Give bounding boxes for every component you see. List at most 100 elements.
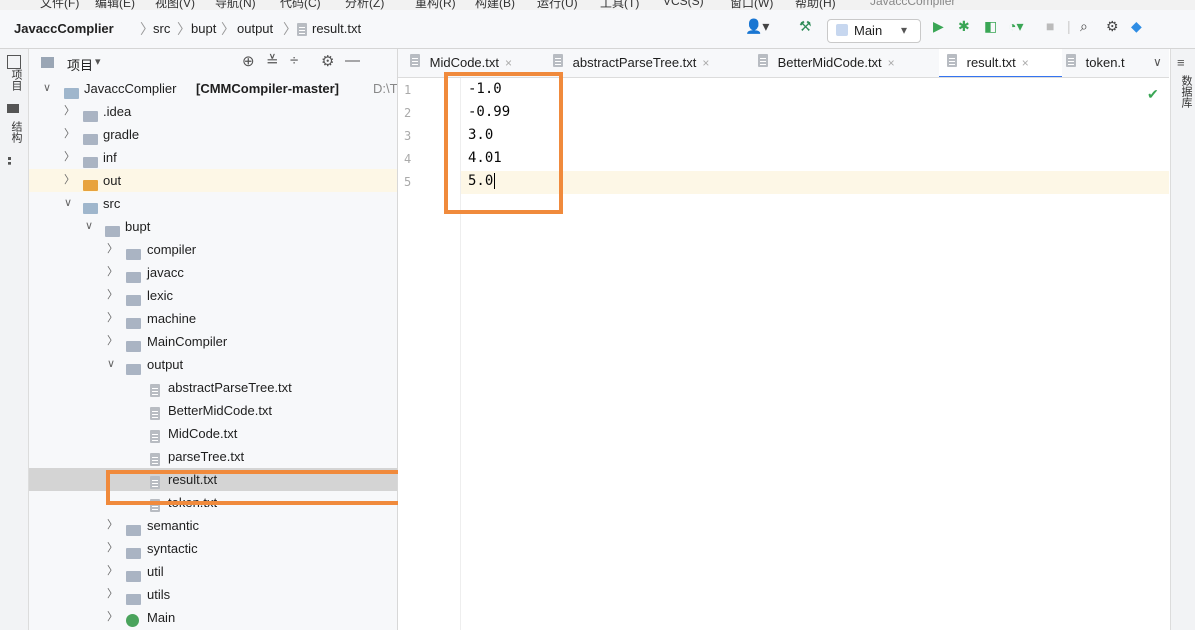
build-hammer-icon[interactable]: ⚒ xyxy=(799,18,812,35)
menu-navigate[interactable]: 导航(N) xyxy=(215,0,256,10)
editor[interactable]: 1 2 3 4 5 -1.0 -0.99 3.0 4.01 5.0 ✔ xyxy=(398,78,1169,630)
chevron-down-icon[interactable]: ∨ xyxy=(85,215,93,238)
chevron-right-icon[interactable]: 〉 xyxy=(64,100,75,123)
chevron-right-icon[interactable]: 〉 xyxy=(64,146,75,169)
menu-help[interactable]: 帮助(H) xyxy=(795,0,836,10)
tree-item-output[interactable]: ∨ output xyxy=(29,353,397,376)
menu-view[interactable]: 视图(V) xyxy=(155,0,195,10)
menu-vcs[interactable]: VCS(S) xyxy=(663,0,704,8)
tree-item-parsetree[interactable]: parseTree.txt xyxy=(29,445,397,468)
tab-abstractparsetree[interactable]: abstractParseTree.txt × xyxy=(553,49,738,77)
tree-item-out[interactable]: 〉 out xyxy=(29,169,397,192)
tree-item-midcode[interactable]: MidCode.txt xyxy=(29,422,397,445)
breadcrumb-bupt[interactable]: bupt xyxy=(191,21,216,36)
code-line[interactable]: 4.01 xyxy=(468,150,502,166)
tab-result[interactable]: result.txt × xyxy=(939,49,1062,77)
code-line-active[interactable]: 5.0 xyxy=(468,173,496,189)
project-view-title[interactable]: 项目 xyxy=(67,55,93,74)
collapse-all-icon[interactable]: ÷ xyxy=(290,52,298,69)
tree-item-src[interactable]: ∨ src xyxy=(29,192,397,215)
tree-root[interactable]: ∨ JavaccComplier [CMMCompiler-master] D:… xyxy=(29,77,397,100)
tree-item-syntactic[interactable]: 〉 syntactic xyxy=(29,537,397,560)
chevron-right-icon[interactable]: 〉 xyxy=(107,583,118,606)
chevron-right-icon[interactable]: 〉 xyxy=(107,330,118,353)
menu-tools[interactable]: 工具(T) xyxy=(600,0,639,10)
stop-icon[interactable]: ■ xyxy=(1046,18,1054,34)
tree-item-bupt[interactable]: ∨ bupt xyxy=(29,215,397,238)
chevron-down-icon[interactable]: ▾ xyxy=(95,55,101,68)
search-icon[interactable]: ⌕ xyxy=(1080,18,1088,35)
plugin-icon[interactable]: ◆ xyxy=(1131,18,1142,35)
close-icon[interactable]: × xyxy=(1022,56,1029,70)
close-icon[interactable]: × xyxy=(702,56,709,70)
tree-item-result[interactable]: result.txt xyxy=(29,468,397,491)
chevron-down-icon[interactable]: ∨ xyxy=(1153,55,1162,69)
menu-window[interactable]: 窗口(W) xyxy=(730,0,773,10)
close-icon[interactable]: × xyxy=(505,56,512,70)
tree-item-semantic[interactable]: 〉 semantic xyxy=(29,514,397,537)
project-tool-label[interactable]: 项目 xyxy=(8,69,24,91)
structure-icon xyxy=(8,157,21,165)
tree-item-inf[interactable]: 〉 inf xyxy=(29,146,397,169)
close-icon[interactable]: × xyxy=(888,56,895,70)
chevron-right-icon[interactable]: 〉 xyxy=(107,514,118,537)
tree-item-bettermidcode[interactable]: BetterMidCode.txt xyxy=(29,399,397,422)
tree-item-token[interactable]: token.txt xyxy=(29,491,397,514)
tab-bettermidcode[interactable]: BetterMidCode.txt × xyxy=(758,49,938,77)
chevron-down-icon[interactable]: ∨ xyxy=(64,192,72,215)
menu-build[interactable]: 构建(B) xyxy=(475,0,515,10)
menu-run[interactable]: 运行(U) xyxy=(537,0,578,10)
chevron-right-icon[interactable]: 〉 xyxy=(64,123,75,146)
run-icon[interactable]: ▶ xyxy=(933,18,944,35)
expand-all-icon[interactable]: ≚ xyxy=(266,52,279,70)
tree-item-maincompiler[interactable]: 〉 MainCompiler xyxy=(29,330,397,353)
chevron-right-icon[interactable]: 〉 xyxy=(107,238,118,261)
chevron-down-icon[interactable]: ∨ xyxy=(43,77,51,100)
menu-analyze[interactable]: 分析(Z) xyxy=(345,0,384,10)
menu-refactor[interactable]: 重构(R) xyxy=(415,0,456,10)
tree-item-utils[interactable]: 〉 utils xyxy=(29,583,397,606)
run-configuration-select[interactable]: Main ▾ xyxy=(827,19,921,43)
chevron-right-icon[interactable]: 〉 xyxy=(64,169,75,192)
coverage-icon[interactable]: ◧ xyxy=(984,18,997,35)
menu-code[interactable]: 代码(C) xyxy=(280,0,321,10)
chevron-right-icon[interactable]: 〉 xyxy=(107,606,118,629)
breadcrumb-output[interactable]: output xyxy=(237,21,273,36)
tab-midcode[interactable]: MidCode.txt × xyxy=(410,49,543,77)
chevron-right-icon[interactable]: 〉 xyxy=(107,261,118,284)
tree-item-gradle[interactable]: 〉 gradle xyxy=(29,123,397,146)
locate-icon[interactable]: ⊕ xyxy=(242,52,255,70)
options-gear-icon[interactable]: ⚙ xyxy=(321,52,334,70)
breadcrumb-project[interactable]: JavaccComplier xyxy=(14,21,114,36)
tree-item-javacc[interactable]: 〉 javacc xyxy=(29,261,397,284)
code-line[interactable]: -0.99 xyxy=(468,104,510,120)
tab-token[interactable]: token.t xyxy=(1066,49,1146,77)
tree-item-compiler[interactable]: 〉 compiler xyxy=(29,238,397,261)
tree-item-machine[interactable]: 〉 machine xyxy=(29,307,397,330)
profile-icon[interactable]: ◔▾ xyxy=(1008,18,1023,35)
project-tool-icon[interactable] xyxy=(7,55,21,69)
menu-file[interactable]: 文件(F) xyxy=(40,0,79,10)
code-line[interactable]: -1.0 xyxy=(468,81,502,97)
breadcrumb-src[interactable]: src xyxy=(153,21,170,36)
tree-item-idea[interactable]: 〉 .idea xyxy=(29,100,397,123)
chevron-right-icon[interactable]: 〉 xyxy=(107,560,118,583)
database-tool-label[interactable]: 数据库 xyxy=(1178,75,1194,108)
chevron-right-icon[interactable]: 〉 xyxy=(107,537,118,560)
database-icon[interactable]: ≡ xyxy=(1177,55,1185,70)
code-line[interactable]: 3.0 xyxy=(468,127,493,143)
menu-edit[interactable]: 编辑(E) xyxy=(95,0,135,10)
user-icon[interactable]: 👤▾ xyxy=(745,18,769,35)
breadcrumb-file[interactable]: result.txt xyxy=(312,21,361,36)
tree-item-util[interactable]: 〉 util xyxy=(29,560,397,583)
tree-item-main[interactable]: 〉 Main xyxy=(29,606,397,629)
chevron-right-icon[interactable]: 〉 xyxy=(107,284,118,307)
settings-gear-icon[interactable]: ⚙ xyxy=(1106,18,1119,35)
structure-tool-label[interactable]: 结构 xyxy=(8,121,24,143)
tree-item-abstractparsetree[interactable]: abstractParseTree.txt xyxy=(29,376,397,399)
debug-icon[interactable]: ✱ xyxy=(958,18,970,35)
hide-panel-icon[interactable]: — xyxy=(345,52,360,69)
chevron-down-icon[interactable]: ∨ xyxy=(107,353,115,376)
tree-item-lexic[interactable]: 〉 lexic xyxy=(29,284,397,307)
chevron-right-icon[interactable]: 〉 xyxy=(107,307,118,330)
